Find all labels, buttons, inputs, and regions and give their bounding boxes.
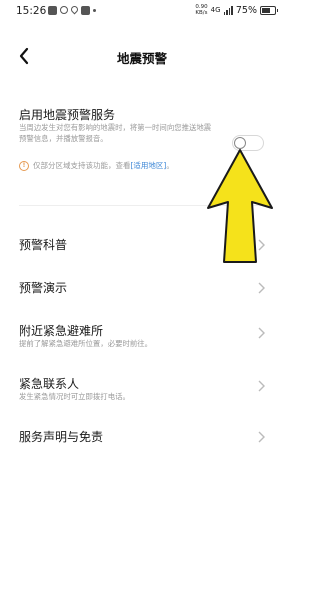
menu-item-subtitle: 提前了解紧急避难所位置，必要时前往。 (19, 339, 153, 348)
more-dot-icon (93, 9, 96, 12)
network-speed: 0.90 KB/s (195, 4, 208, 16)
signal-icon (223, 5, 233, 15)
network-type: 4G (210, 6, 221, 14)
menu-item-label: 预警演示 (19, 281, 68, 295)
status-bar: 15:26 0.90 KB/s 4G 75% (0, 0, 284, 24)
battery-icon (260, 5, 278, 15)
menu-item-emergency-contact[interactable]: 紧急联系人 发生紧急情况时可立即拨打电话。 (0, 371, 284, 405)
menu-item-subtitle: 发生紧急情况时可立即拨打电话。 (19, 392, 130, 401)
status-right: 0.90 KB/s 4G 75% (195, 4, 278, 16)
menu-item-label: 附近紧急避难所 (19, 324, 104, 338)
annotation-arrow-icon (207, 149, 273, 263)
app-notification-icon (81, 6, 90, 15)
service-description: 当周边发生对您有影响的地震时，将第一时间向您推送地震预警信息，并播放警报音。 (19, 123, 212, 143)
notice-text: 仅部分区域支持该功能，查看[适用地区]。 (33, 161, 174, 170)
menu-item-shelter[interactable]: 附近紧急避难所 提前了解紧急避难所位置，必要时前往。 (0, 318, 284, 352)
battery-percent: 75% (235, 4, 257, 16)
location-icon (69, 4, 80, 15)
region-link[interactable]: [适用地区] (131, 161, 167, 170)
chat-icon (60, 6, 68, 14)
status-time: 15:26 (16, 5, 47, 17)
chevron-right-icon (258, 380, 265, 392)
message-icon (48, 6, 57, 15)
top-nav: 地震预警 (0, 42, 284, 70)
menu-item-label: 服务声明与免责 (19, 430, 104, 444)
service-title: 启用地震预警服务 (19, 108, 116, 122)
notification-icons (48, 4, 96, 15)
menu-item-disclaimer[interactable]: 服务声明与免责 (0, 424, 284, 448)
menu-item-label: 紧急联系人 (19, 377, 80, 391)
menu-item-warning-demo[interactable]: 预警演示 (0, 275, 284, 299)
page-title: 地震预警 (116, 51, 167, 66)
chevron-right-icon (258, 282, 265, 294)
chevron-right-icon (258, 431, 265, 443)
info-icon: ! (19, 160, 29, 171)
chevron-right-icon (258, 327, 265, 339)
menu-item-label: 预警科普 (19, 238, 68, 252)
